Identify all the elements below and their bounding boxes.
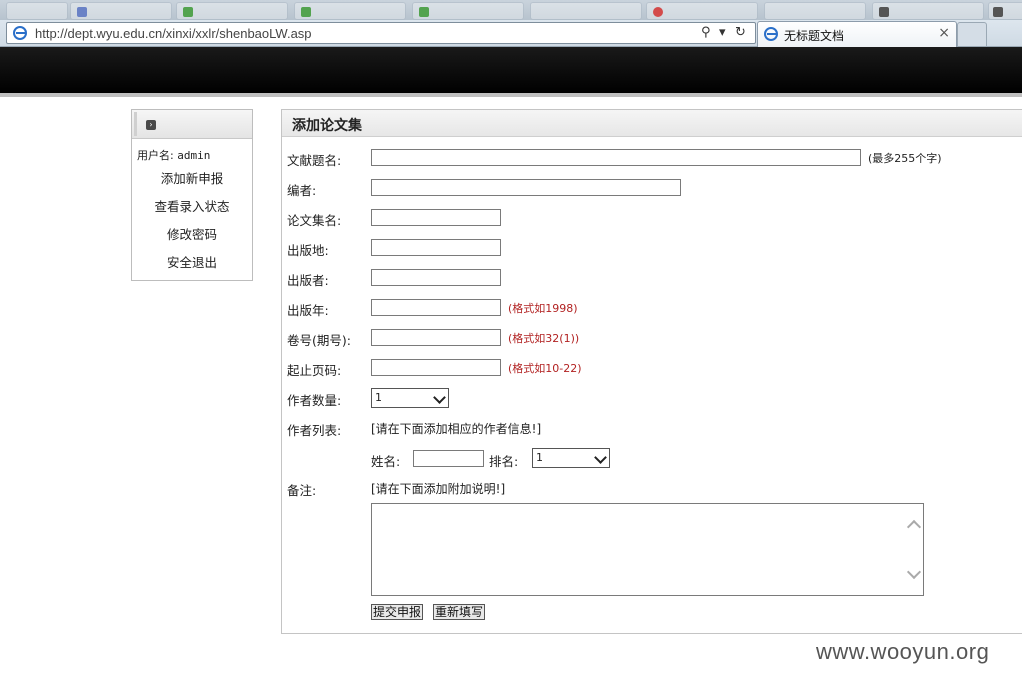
watermark-text: www.wooyun.org — [816, 639, 990, 664]
background-tab[interactable] — [412, 2, 524, 20]
tab-favicon-icon — [419, 7, 429, 17]
doc-name-input[interactable] — [371, 149, 861, 166]
remark-textarea[interactable] — [371, 503, 924, 596]
author-name-input[interactable] — [413, 450, 484, 467]
address-bar[interactable]: http://dept.wyu.edu.cn/xinxi/xxlr/shenba… — [6, 22, 756, 44]
chevron-down-icon — [433, 391, 446, 404]
background-tab[interactable] — [176, 2, 288, 20]
pages-input[interactable] — [371, 359, 501, 376]
editor-input[interactable] — [371, 179, 681, 196]
volume-input[interactable] — [371, 329, 501, 346]
sidebar-user-line: 用户名: admin — [137, 147, 210, 163]
background-tab[interactable] — [70, 2, 172, 20]
url-text[interactable]: http://dept.wyu.edu.cn/xinxi/xxlr/shenba… — [35, 26, 312, 41]
form-panel-header: 添加论文集 — [282, 110, 1022, 137]
sidebar-item-add-new[interactable]: 添加新申报 — [132, 168, 252, 187]
place-input[interactable] — [371, 239, 501, 256]
author-rank-value: 1 — [536, 451, 543, 464]
editor-label: 编者: — [287, 183, 317, 198]
tab-favicon-icon — [77, 7, 87, 17]
ie-tab-icon — [764, 27, 778, 41]
active-tab[interactable]: 无标题文档 × — [757, 21, 957, 47]
scroll-down-icon[interactable] — [906, 564, 922, 580]
background-tab[interactable] — [988, 2, 1022, 20]
submit-button[interactable]: 提交申报 — [371, 604, 424, 620]
year-hint: (格式如1998) — [508, 302, 578, 315]
reset-button[interactable]: 重新填写 — [433, 604, 486, 620]
search-icon[interactable]: ⚲ — [701, 25, 711, 40]
year-label: 出版年: — [287, 303, 329, 318]
author-rank-select[interactable]: 1 — [532, 448, 610, 468]
author-count-select[interactable]: 1 — [371, 388, 449, 408]
sidebar-item-logout[interactable]: 安全退出 — [132, 252, 252, 271]
refresh-icon[interactable]: ↻ — [735, 25, 746, 40]
browser-tab-strip — [0, 0, 1022, 20]
background-tab[interactable] — [646, 2, 758, 20]
background-tab[interactable] — [6, 2, 68, 20]
collection-input[interactable] — [371, 209, 501, 226]
tab-favicon-icon — [301, 7, 311, 17]
author-name-label: 姓名: — [371, 454, 401, 469]
tab-favicon-icon — [993, 7, 1003, 17]
background-tab[interactable] — [294, 2, 406, 20]
doc-name-label: 文献题名: — [287, 153, 342, 168]
sidebar-item-view-status[interactable]: 查看录入状态 — [132, 196, 252, 215]
scroll-up-icon[interactable] — [906, 519, 922, 535]
header-divider — [0, 93, 1022, 97]
background-tab[interactable] — [872, 2, 984, 20]
publisher-input[interactable] — [371, 269, 501, 286]
year-input[interactable] — [371, 299, 501, 316]
new-tab-button[interactable] — [957, 22, 987, 47]
ie-page-icon — [13, 26, 27, 40]
tab-favicon-icon — [879, 7, 889, 17]
background-tab[interactable] — [530, 2, 642, 20]
pages-hint: (格式如10-22) — [508, 362, 582, 375]
sidebar-header: › — [132, 110, 252, 139]
author-list-label: 作者列表: — [287, 423, 342, 438]
chevron-down-icon — [594, 451, 607, 464]
dropdown-arrow-icon[interactable]: ▾ — [719, 25, 726, 40]
tab-title: 无标题文档 — [784, 29, 845, 43]
form-panel: 添加论文集 文献题名: (最多255个字) 编者: 论文集名: 出版地: 出版者… — [281, 109, 1022, 634]
pages-label: 起止页码: — [287, 363, 342, 378]
site-header-bar — [0, 47, 1022, 93]
sidebar: › 用户名: admin 添加新申报 查看录入状态 修改密码 安全退出 — [131, 109, 253, 281]
author-rank-label: 排名: — [489, 454, 519, 469]
user-label: 用户名: — [137, 149, 174, 162]
place-label: 出版地: — [287, 243, 329, 258]
remark-label: 备注: — [287, 483, 317, 498]
volume-label: 卷号(期号): — [287, 333, 351, 348]
close-tab-icon[interactable]: × — [938, 25, 950, 41]
volume-hint: (格式如32(1)) — [508, 332, 580, 345]
doc-name-hint: (最多255个字) — [868, 152, 942, 165]
sidebar-item-change-password[interactable]: 修改密码 — [132, 224, 252, 243]
publisher-label: 出版者: — [287, 273, 329, 288]
author-list-hint: [请在下面添加相应的作者信息!] — [371, 422, 542, 436]
author-count-value: 1 — [375, 391, 382, 404]
background-tab[interactable] — [764, 2, 866, 20]
form-title: 添加论文集 — [292, 118, 362, 134]
remark-hint: [请在下面添加附加说明!] — [371, 482, 506, 496]
tab-favicon-icon — [653, 7, 663, 17]
author-count-label: 作者数量: — [287, 393, 342, 408]
tab-favicon-icon — [183, 7, 193, 17]
chevron-right-icon: › — [146, 120, 156, 130]
collection-label: 论文集名: — [287, 213, 342, 228]
user-name: admin — [177, 149, 211, 162]
